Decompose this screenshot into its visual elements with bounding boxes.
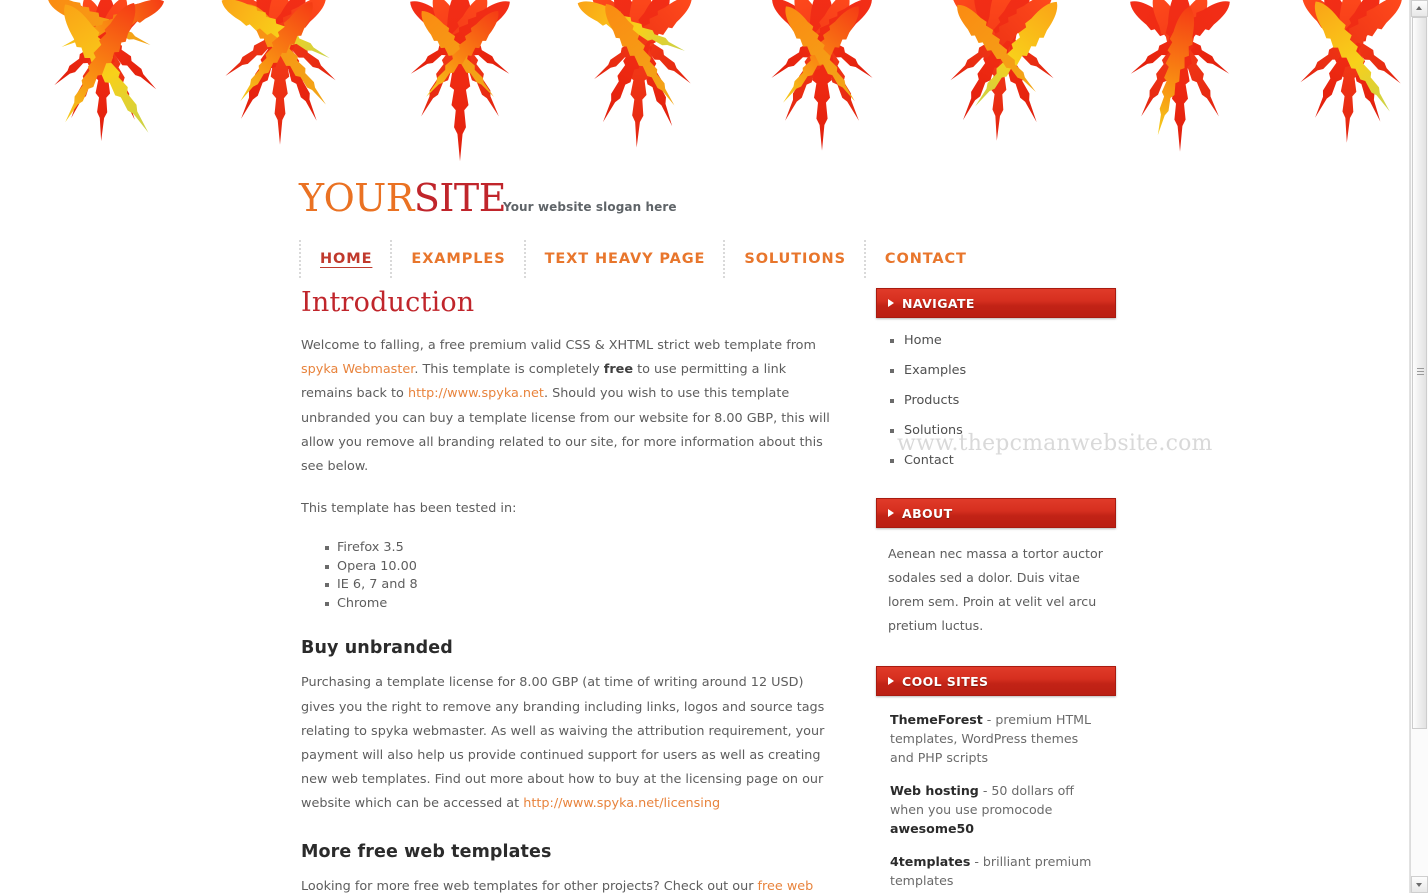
widget-title: COOL SITES bbox=[902, 673, 989, 689]
widget-body-cool-sites: ThemeForest - premium HTML templates, Wo… bbox=[876, 696, 1116, 890]
more-text-a: Looking for more free web templates for … bbox=[301, 878, 758, 893]
scroll-up-button[interactable] bbox=[1411, 0, 1428, 17]
intro-paragraph: Welcome to falling, a free premium valid… bbox=[301, 334, 836, 479]
site-logo[interactable]: YOURSITE bbox=[299, 176, 507, 220]
logo-text-part2: SITE bbox=[413, 176, 507, 220]
site-header: YOURSITE Your website slogan here bbox=[0, 176, 1410, 238]
sidebar-item-solutions[interactable]: Solutions bbox=[888, 422, 1104, 440]
tested-in-label: This template has been tested in: bbox=[301, 501, 517, 517]
list-item: 4templates - brilliant premium templates bbox=[890, 852, 1104, 890]
list-item: Opera 10.00 bbox=[325, 558, 836, 577]
page-document: YOURSITE Your website slogan here HOME E… bbox=[0, 0, 1410, 893]
cool-site-name[interactable]: ThemeForest bbox=[890, 712, 983, 727]
widget-header-about: ABOUT bbox=[876, 498, 1116, 528]
widget-header-cool-sites: COOL SITES bbox=[876, 666, 1116, 696]
triangle-right-icon bbox=[888, 299, 894, 307]
page-title: Introduction bbox=[301, 287, 475, 318]
content-column: Introduction Welcome to falling, a free … bbox=[301, 287, 1212, 893]
promo-code: awesome50 bbox=[890, 821, 975, 836]
widget-cool-sites: COOL SITES ThemeForest - premium HTML te… bbox=[876, 666, 1116, 890]
list-item: Firefox 3.5 bbox=[325, 539, 836, 558]
sidebar-item-products[interactable]: Products bbox=[888, 392, 1104, 410]
triangle-right-icon bbox=[888, 509, 894, 517]
widget-title: ABOUT bbox=[902, 505, 953, 521]
spyka-net-link[interactable]: http://www.spyka.net bbox=[408, 386, 544, 401]
sidebar-column: NAVIGATE Home Examples Products Solution… bbox=[876, 288, 1116, 893]
cool-site-name[interactable]: 4templates bbox=[890, 854, 970, 869]
logo-text-part1: YOUR bbox=[299, 176, 414, 220]
sidebar-item-contact[interactable]: Contact bbox=[888, 452, 1104, 470]
site-slogan: Your website slogan here bbox=[503, 200, 677, 214]
browser-viewport: YOURSITE Your website slogan here HOME E… bbox=[0, 0, 1428, 893]
sidebar-nav-list: Home Examples Products Solutions Contact bbox=[888, 332, 1104, 470]
intro-text-a: Welcome to falling, a free premium valid… bbox=[301, 338, 816, 353]
nav-item-examples[interactable]: EXAMPLES bbox=[393, 240, 523, 278]
cool-site-name[interactable]: Web hosting bbox=[890, 783, 979, 798]
nav-item-solutions[interactable]: SOLUTIONS bbox=[726, 240, 864, 278]
intro-text-b: . This template is completely bbox=[414, 362, 604, 378]
widget-title: NAVIGATE bbox=[902, 295, 975, 311]
buy-unbranded-paragraph: Purchasing a template license for 8.00 G… bbox=[301, 671, 836, 816]
list-item: ThemeForest - premium HTML templates, Wo… bbox=[890, 710, 1104, 767]
vertical-scrollbar[interactable] bbox=[1410, 0, 1428, 893]
triangle-right-icon bbox=[888, 677, 894, 685]
sidebar-item-examples[interactable]: Examples bbox=[888, 362, 1104, 380]
widget-body-navigate: Home Examples Products Solutions Contact bbox=[876, 318, 1116, 470]
about-text: Aenean nec massa a tortor auctor sodales… bbox=[888, 546, 1103, 633]
list-item: Web hosting - 50 dollars off when you us… bbox=[890, 781, 1104, 838]
nav-item-contact[interactable]: CONTACT bbox=[867, 240, 985, 278]
grip-icon bbox=[1417, 368, 1424, 378]
scroll-down-button[interactable] bbox=[1411, 876, 1428, 893]
list-item: Chrome bbox=[325, 595, 836, 614]
spyka-webmaster-link[interactable]: spyka Webmaster bbox=[301, 362, 414, 377]
buy-text: Purchasing a template license for 8.00 G… bbox=[301, 675, 825, 812]
widget-body-about: Aenean nec massa a tortor auctor sodales… bbox=[876, 528, 1116, 638]
widget-about: ABOUT Aenean nec massa a tortor auctor s… bbox=[876, 498, 1116, 638]
section-title-more-templates: More free web templates bbox=[301, 841, 552, 862]
nav-item-home[interactable]: HOME bbox=[302, 240, 390, 278]
cool-sites-list: ThemeForest - premium HTML templates, Wo… bbox=[888, 710, 1104, 890]
scrollbar-thumb[interactable] bbox=[1412, 17, 1427, 729]
list-item: IE 6, 7 and 8 bbox=[325, 576, 836, 595]
browser-list: Firefox 3.5 Opera 10.00 IE 6, 7 and 8 Ch… bbox=[301, 539, 836, 613]
licensing-link[interactable]: http://www.spyka.net/licensing bbox=[523, 796, 720, 811]
intro-text-free: free bbox=[603, 362, 634, 378]
primary-navigation: HOME EXAMPLES TEXT HEAVY PAGE SOLUTIONS … bbox=[299, 240, 985, 278]
widget-navigate: NAVIGATE Home Examples Products Solution… bbox=[876, 288, 1116, 470]
more-templates-paragraph: Looking for more free web templates for … bbox=[301, 875, 836, 893]
nav-item-text-heavy-page[interactable]: TEXT HEAVY PAGE bbox=[527, 240, 724, 278]
autumn-leaves-banner bbox=[0, 0, 1410, 176]
scrollbar-track[interactable] bbox=[1411, 17, 1428, 876]
widget-header-navigate: NAVIGATE bbox=[876, 288, 1116, 318]
caret-down-icon bbox=[1416, 883, 1422, 887]
caret-up-icon bbox=[1416, 6, 1422, 10]
section-title-buy-unbranded: Buy unbranded bbox=[301, 638, 453, 659]
sidebar-item-home[interactable]: Home bbox=[888, 332, 1104, 350]
leaves-graphic bbox=[0, 0, 1410, 176]
